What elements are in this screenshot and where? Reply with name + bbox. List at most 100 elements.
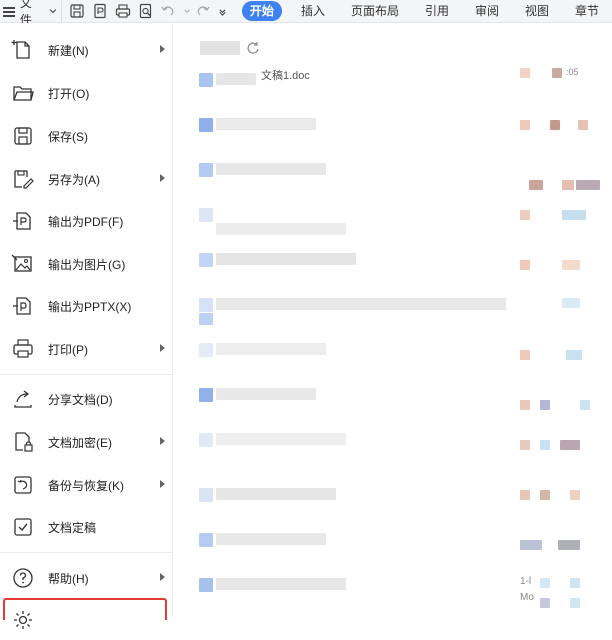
menu-item-new[interactable]: 新建(N)	[0, 30, 173, 70]
encrypt-document-icon	[10, 429, 36, 455]
menu-item-export-image[interactable]: 输出为图片(G)	[0, 244, 173, 284]
blurred-text	[562, 210, 586, 220]
blurred-text	[520, 490, 530, 500]
top-toolbar: 文件 开始 插入 页面布局 引用 审阅 视图 章节	[0, 0, 612, 27]
tab-insert[interactable]: 插入	[288, 1, 338, 21]
submenu-arrow-icon	[160, 480, 165, 488]
blurred-text	[520, 210, 530, 220]
submenu-arrow-icon	[160, 344, 165, 352]
menu-item-print[interactable]: 打印(P)	[0, 329, 173, 369]
redo-icon[interactable]	[194, 2, 212, 20]
blurred-text	[216, 433, 346, 445]
menu-item-help[interactable]: 帮助(H)	[0, 558, 173, 598]
recent-files-panel: 文稿1.doc :05 1-l Mo	[174, 23, 612, 616]
print-icon[interactable]	[114, 2, 132, 20]
tab-chapter[interactable]: 章节	[562, 1, 612, 21]
blurred-text	[216, 488, 336, 500]
submenu-arrow-icon	[160, 174, 165, 182]
blurred-text	[520, 120, 530, 130]
menu-item-label: 保存(S)	[48, 129, 88, 144]
file-menu-button[interactable]: 文件	[0, 0, 63, 27]
help-icon	[10, 565, 36, 591]
menu-item-open[interactable]: 打开(O)	[0, 73, 173, 113]
file-type-icon	[199, 343, 213, 357]
menu-item-export-pptx[interactable]: 输出为PPTX(X)	[0, 286, 173, 326]
undo-dropdown-icon[interactable]	[182, 2, 192, 20]
menu-item-label: 新建(N)	[48, 43, 89, 58]
file-type-icon	[199, 118, 213, 132]
blurred-text	[520, 350, 530, 360]
blurred-text	[540, 490, 550, 500]
refresh-icon[interactable]	[246, 41, 260, 55]
submenu-arrow-icon	[160, 573, 165, 581]
export-pdf-icon[interactable]	[91, 2, 109, 20]
hamburger-icon	[3, 6, 16, 17]
blurred-text	[570, 490, 580, 500]
menu-item-label: 打印(P)	[48, 342, 88, 357]
menu-item-export-pdf[interactable]: 输出为PDF(F)	[0, 201, 173, 241]
file-menu-panel: 新建(N) 打开(O) 保存(S) 另存为(A) 输出为PDF(F) 输出为图片…	[0, 23, 173, 629]
blurred-text	[540, 440, 550, 450]
menu-item-label: 帮助(H)	[48, 571, 89, 586]
export-pptx-icon	[10, 293, 36, 319]
save-icon[interactable]	[68, 2, 86, 20]
menu-item-label: 输出为PPTX(X)	[48, 299, 132, 314]
blurred-text	[550, 120, 560, 130]
export-pdf-icon	[10, 208, 36, 234]
menu-item-label: 输出为PDF(F)	[48, 214, 124, 229]
recent-file-name[interactable]: 文稿1.doc	[261, 67, 310, 83]
blurred-text	[578, 120, 588, 130]
blurred-text	[570, 578, 580, 588]
blurred-text	[562, 298, 580, 308]
file-type-icon	[199, 313, 213, 325]
tab-review[interactable]: 审阅	[462, 1, 512, 21]
menu-item-backup-restore[interactable]: 备份与恢复(K)	[0, 465, 173, 505]
recent-header	[200, 41, 260, 55]
file-type-icon	[199, 533, 213, 547]
undo-icon[interactable]	[160, 2, 178, 20]
blurred-text	[540, 400, 550, 410]
blurred-text	[216, 223, 346, 235]
blurred-text	[570, 598, 580, 608]
save-as-icon	[10, 166, 36, 192]
blurred-text	[576, 180, 600, 190]
tab-view[interactable]: 视图	[512, 1, 562, 21]
save-icon	[10, 123, 36, 149]
file-type-icon	[199, 298, 213, 312]
menu-item-label: 文档加密(E)	[48, 435, 112, 450]
blurred-text	[520, 260, 530, 270]
file-type-icon	[199, 488, 213, 502]
menu-item-save[interactable]: 保存(S)	[0, 116, 173, 156]
tab-references[interactable]: 引用	[412, 1, 462, 21]
menu-item-label: 打开(O)	[48, 86, 90, 101]
customize-dropdown-icon[interactable]	[217, 2, 229, 20]
blurred-text	[560, 440, 580, 450]
submenu-arrow-icon	[160, 45, 165, 53]
submenu-arrow-icon	[160, 437, 165, 445]
blurred-text	[216, 533, 326, 545]
tab-page-layout[interactable]: 页面布局	[338, 1, 412, 21]
share-icon	[10, 386, 36, 412]
ribbon-tabs: 开始 插入 页面布局 引用 审阅 视图 章节	[241, 1, 612, 21]
menu-item-save-as[interactable]: 另存为(A)	[0, 159, 173, 199]
file-type-icon	[199, 208, 213, 222]
recent-file-time: :05	[566, 67, 579, 77]
print-icon	[10, 336, 36, 362]
export-image-icon	[10, 251, 36, 277]
finalize-document-icon	[10, 514, 36, 540]
blurred-text	[216, 298, 506, 310]
menu-item-share[interactable]: 分享文档(D)	[0, 379, 173, 419]
tab-home[interactable]: 开始	[241, 1, 282, 21]
menu-item-label: 备份与恢复(K)	[48, 478, 124, 493]
file-type-icon	[199, 253, 213, 267]
blurred-text	[216, 388, 316, 400]
menu-item-encrypt[interactable]: 文档加密(E)	[0, 422, 173, 462]
print-preview-icon[interactable]	[137, 2, 155, 20]
file-type-icon	[199, 73, 213, 87]
menu-item-finalize[interactable]: 文档定稿	[0, 507, 173, 547]
blurred-text	[566, 350, 582, 360]
blurred-text	[520, 400, 530, 410]
backup-restore-icon	[10, 472, 36, 498]
blurred-text	[520, 540, 542, 550]
blurred-text	[558, 540, 580, 550]
